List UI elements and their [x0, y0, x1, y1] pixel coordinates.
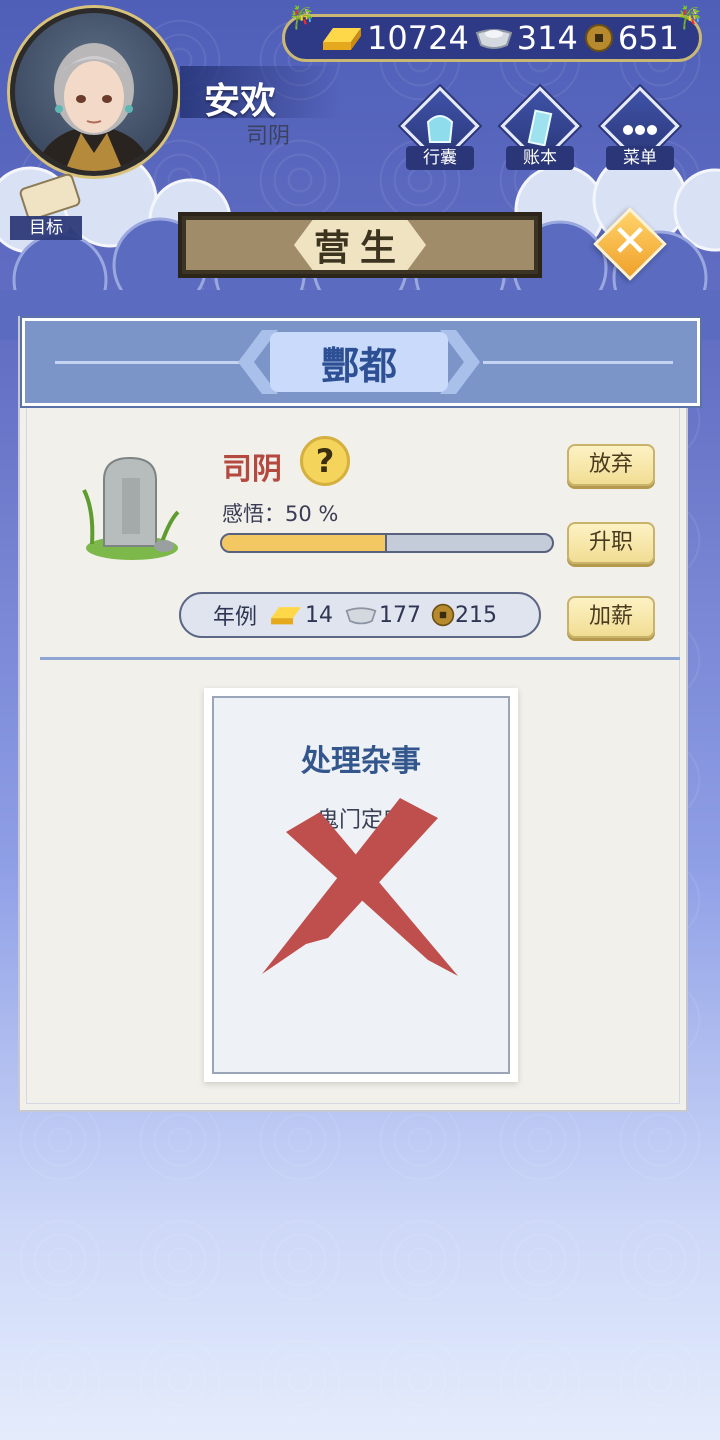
copper-coin-icon	[431, 603, 455, 627]
copper-coin-icon	[584, 24, 613, 52]
scroll-icon	[18, 172, 82, 222]
salary-copper-amount: 215	[455, 602, 498, 628]
abandon-button[interactable]: 放弃	[567, 444, 655, 486]
insight-progress-fill	[222, 535, 387, 551]
player-avatar[interactable]	[10, 8, 178, 176]
region-name: 酆都	[270, 332, 448, 392]
gold-ingot-icon	[323, 28, 361, 50]
silver-amount: 314	[516, 19, 578, 57]
more-icon	[623, 125, 657, 135]
copper-currency: 651	[584, 19, 679, 57]
ledger-label: 账本	[506, 146, 574, 170]
annual-salary: 年例 14 177 215	[179, 592, 541, 638]
silver-ingot-icon	[475, 29, 513, 49]
header-line-right	[483, 361, 673, 364]
failed-cross-icon	[262, 798, 458, 976]
salary-gold-amount: 14	[305, 602, 334, 628]
salary-copper: 215	[431, 603, 497, 628]
region-tag: 酆都	[238, 330, 480, 394]
silver-ingot-icon	[345, 607, 377, 625]
bag-icon	[426, 115, 454, 143]
insight-label: 感悟：50 %	[222, 498, 338, 528]
section-divider	[40, 657, 680, 660]
screen-title: 营生	[294, 220, 426, 270]
help-button[interactable]: ?	[300, 436, 350, 486]
bamboo-left-icon: 🎋	[288, 6, 316, 31]
gold-ingot-icon	[271, 607, 301, 625]
gold-amount: 10724	[367, 19, 469, 57]
bag-button[interactable]: 行囊	[400, 86, 480, 174]
insight-value: 50 %	[285, 502, 339, 526]
goal-label: 目标	[10, 216, 82, 240]
player-name: 安欢	[204, 81, 277, 122]
more-label: 菜单	[606, 146, 674, 170]
salary-gold: 14	[267, 603, 333, 628]
close-icon: ✕	[611, 216, 649, 267]
currency-bar: 10724 314 651	[282, 14, 702, 62]
ledger-icon	[527, 109, 553, 147]
screen-title-banner: 营生	[178, 212, 542, 278]
salary-label: 年例	[213, 605, 258, 630]
salary-silver: 177	[343, 603, 421, 628]
silver-currency: 314	[475, 19, 578, 57]
raise-salary-button[interactable]: 加薪	[567, 596, 655, 638]
goal-button[interactable]: 目标	[10, 172, 82, 240]
salary-silver-amount: 177	[379, 602, 422, 628]
insight-progress-bar	[220, 533, 554, 553]
bag-label: 行囊	[406, 146, 474, 170]
promote-button[interactable]: 升职	[567, 522, 655, 564]
tombstone-icon	[82, 456, 180, 560]
ledger-button[interactable]: 账本	[500, 86, 580, 174]
header-line-left	[55, 361, 245, 364]
gold-currency: 10724	[321, 19, 469, 57]
task-title: 处理杂事	[301, 744, 421, 779]
bamboo-right-icon: 🎋	[676, 6, 704, 31]
avatar-portrait	[35, 43, 153, 171]
player-title: 司阴	[246, 124, 291, 149]
more-button[interactable]: 菜单	[600, 86, 680, 174]
job-title: 司阴	[222, 452, 282, 487]
insight-text: 感悟：	[222, 502, 285, 526]
copper-amount: 651	[617, 19, 679, 57]
